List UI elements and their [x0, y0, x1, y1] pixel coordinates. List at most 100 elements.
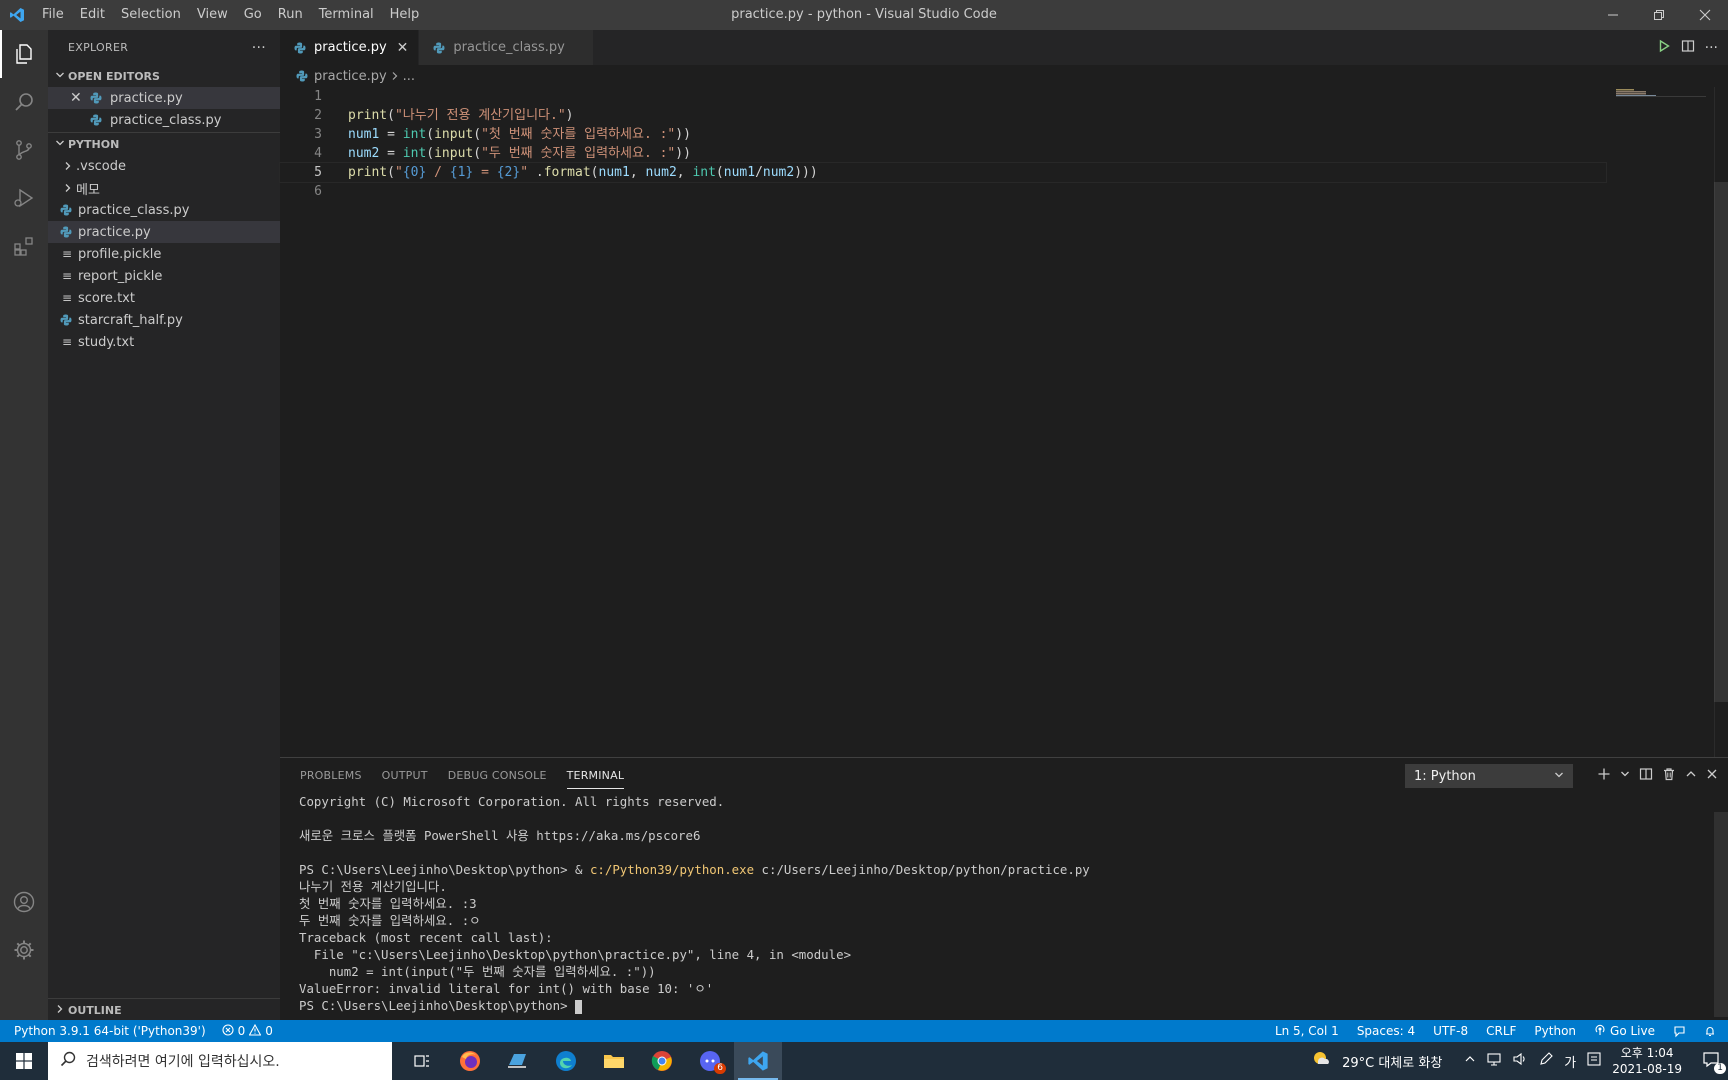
- editor-scroll-thumb[interactable]: [1714, 182, 1728, 702]
- weather-text[interactable]: 29°C 대체로 화창: [1342, 1052, 1442, 1071]
- feedback-icon[interactable]: [1673, 1025, 1686, 1038]
- breadcrumb-file[interactable]: practice.py: [314, 69, 387, 84]
- network-icon[interactable]: [1486, 1051, 1502, 1071]
- minimize-button[interactable]: [1590, 0, 1636, 30]
- breadcrumb-more[interactable]: ...: [403, 69, 415, 84]
- python-folder-header[interactable]: PYTHON: [48, 133, 280, 155]
- close-icon[interactable]: ✕: [70, 90, 86, 106]
- encoding-status[interactable]: UTF-8: [1433, 1024, 1468, 1038]
- weather-icon[interactable]: [1310, 1048, 1332, 1074]
- go-live-label: Go Live: [1610, 1024, 1655, 1038]
- close-icon[interactable]: ✕: [397, 40, 409, 56]
- run-debug-icon[interactable]: [0, 174, 48, 222]
- pen-icon[interactable]: [1538, 1051, 1554, 1071]
- split-terminal-icon[interactable]: [1639, 767, 1653, 785]
- chevron-right-icon: [52, 1004, 68, 1017]
- file-explorer-icon[interactable]: [590, 1042, 638, 1080]
- close-icon[interactable]: [1706, 768, 1718, 784]
- code-token: ))): [794, 165, 818, 180]
- tree-file-practice-class[interactable]: practice_class.py: [48, 199, 280, 221]
- vscode-taskbar-icon[interactable]: [734, 1042, 782, 1080]
- problems-status[interactable]: 0 0: [222, 1023, 273, 1039]
- keyboard-icon[interactable]: [1586, 1051, 1602, 1071]
- tab-output[interactable]: OUTPUT: [372, 758, 438, 793]
- title-bar: File Edit Selection View Go Run Terminal…: [0, 0, 1728, 30]
- tab-practice[interactable]: practice.py ✕: [280, 30, 420, 65]
- tree-file-study[interactable]: ≡ study.txt: [48, 331, 280, 353]
- eol-status[interactable]: CRLF: [1486, 1024, 1516, 1038]
- search-icon[interactable]: [0, 78, 48, 126]
- menu-file[interactable]: File: [34, 0, 72, 30]
- os-taskbar: 검색하려면 여기에 입력하십시오. 6 29°C 대체로 화창 가 오후 1:0…: [0, 1042, 1728, 1080]
- minimap[interactable]: [1616, 87, 1706, 99]
- terminal-select[interactable]: 1: Python: [1405, 764, 1573, 788]
- restore-button[interactable]: [1636, 0, 1682, 30]
- open-editor-item[interactable]: practice_class.py: [48, 109, 280, 131]
- chevron-down-icon[interactable]: [1620, 768, 1630, 783]
- settings-gear-icon[interactable]: [0, 926, 48, 974]
- taskbar-search-input[interactable]: 검색하려면 여기에 입력하십시오.: [48, 1042, 392, 1080]
- chrome-icon[interactable]: [638, 1042, 686, 1080]
- menu-terminal[interactable]: Terminal: [311, 0, 382, 30]
- accounts-icon[interactable]: [0, 878, 48, 926]
- indentation-status[interactable]: Spaces: 4: [1357, 1024, 1415, 1038]
- tab-practice-class[interactable]: practice_class.py: [419, 30, 594, 65]
- menu-help[interactable]: Help: [382, 0, 428, 30]
- menu-run[interactable]: Run: [270, 0, 311, 30]
- tree-item-label: practice.py: [78, 224, 151, 240]
- menu-go[interactable]: Go: [236, 0, 270, 30]
- terminal-output[interactable]: Copyright (C) Microsoft Corporation. All…: [280, 793, 1728, 1014]
- python-interpreter-status[interactable]: Python 3.9.1 64-bit ('Python39'): [14, 1024, 206, 1038]
- new-terminal-icon[interactable]: [1597, 767, 1611, 785]
- desktop-app-icon[interactable]: [494, 1042, 542, 1080]
- tree-file-score[interactable]: ≡ score.txt: [48, 287, 280, 309]
- tab-terminal[interactable]: TERMINAL: [557, 758, 635, 793]
- menu-selection[interactable]: Selection: [113, 0, 189, 30]
- open-editor-item[interactable]: ✕ practice.py: [48, 87, 280, 109]
- tree-item-label: 메모: [76, 182, 100, 198]
- tab-debug-console[interactable]: DEBUG CONSOLE: [438, 758, 557, 793]
- windows-start-icon[interactable]: [0, 1042, 48, 1080]
- tree-file-profile-pickle[interactable]: ≡ profile.pickle: [48, 243, 280, 265]
- code-line: 4 num2 = int(input("두 번째 숫자를 입력하세요. :")): [280, 144, 1728, 163]
- tree-file-practice[interactable]: practice.py: [48, 221, 280, 243]
- outline-section[interactable]: OUTLINE: [48, 998, 280, 1020]
- discord-icon[interactable]: 6: [686, 1042, 734, 1080]
- maximize-panel-icon[interactable]: [1685, 768, 1697, 784]
- extensions-icon[interactable]: [0, 222, 48, 270]
- more-actions-icon[interactable]: ···: [1705, 40, 1718, 56]
- ime-indicator[interactable]: 가: [1564, 1052, 1576, 1071]
- language-mode-status[interactable]: Python: [1534, 1024, 1576, 1038]
- terminal-scrollbar[interactable]: [1714, 812, 1728, 1017]
- run-icon[interactable]: [1657, 39, 1671, 57]
- tree-file-report-pickle[interactable]: ≡ report_pickle: [48, 265, 280, 287]
- menu-edit[interactable]: Edit: [72, 0, 113, 30]
- explorer-icon[interactable]: [0, 30, 48, 78]
- go-live-status[interactable]: Go Live: [1594, 1024, 1655, 1039]
- tree-folder-vscode[interactable]: .vscode: [48, 155, 280, 177]
- edge-icon[interactable]: [542, 1042, 590, 1080]
- tree-file-starcraft-half[interactable]: starcraft_half.py: [48, 309, 280, 331]
- tab-problems[interactable]: PROBLEMS: [290, 758, 372, 793]
- tree-folder-memo[interactable]: 메모: [48, 177, 280, 199]
- outline-header[interactable]: OUTLINE: [48, 999, 280, 1021]
- firefox-icon[interactable]: [446, 1042, 494, 1080]
- split-editor-icon[interactable]: [1681, 39, 1695, 57]
- open-editors-label: OPEN EDITORS: [68, 69, 160, 83]
- close-window-button[interactable]: [1682, 0, 1728, 30]
- code-area[interactable]: 1 2 print("나누기 전용 계산기입니다.") 3 num1 = int(i…: [279, 87, 1728, 201]
- notification-center-icon[interactable]: 1: [1702, 1050, 1726, 1074]
- more-actions-icon[interactable]: ···: [252, 40, 266, 56]
- chevron-up-icon[interactable]: [1464, 1053, 1476, 1069]
- source-control-icon[interactable]: [0, 126, 48, 174]
- taskbar-clock[interactable]: 오후 1:04 2021-08-19: [1612, 1045, 1682, 1077]
- volume-icon[interactable]: [1512, 1051, 1528, 1071]
- terminal-line: Copyright (C) Microsoft Corporation. All…: [299, 794, 725, 809]
- open-editors-header[interactable]: OPEN EDITORS: [48, 65, 280, 87]
- trash-icon[interactable]: [1662, 767, 1676, 785]
- cursor-position-status[interactable]: Ln 5, Col 1: [1275, 1024, 1339, 1038]
- task-view-icon[interactable]: [398, 1042, 446, 1080]
- bell-icon[interactable]: [1704, 1025, 1716, 1037]
- menu-view[interactable]: View: [189, 0, 236, 30]
- terminal-line: 나누기 전용 계산기입니다.: [299, 879, 447, 894]
